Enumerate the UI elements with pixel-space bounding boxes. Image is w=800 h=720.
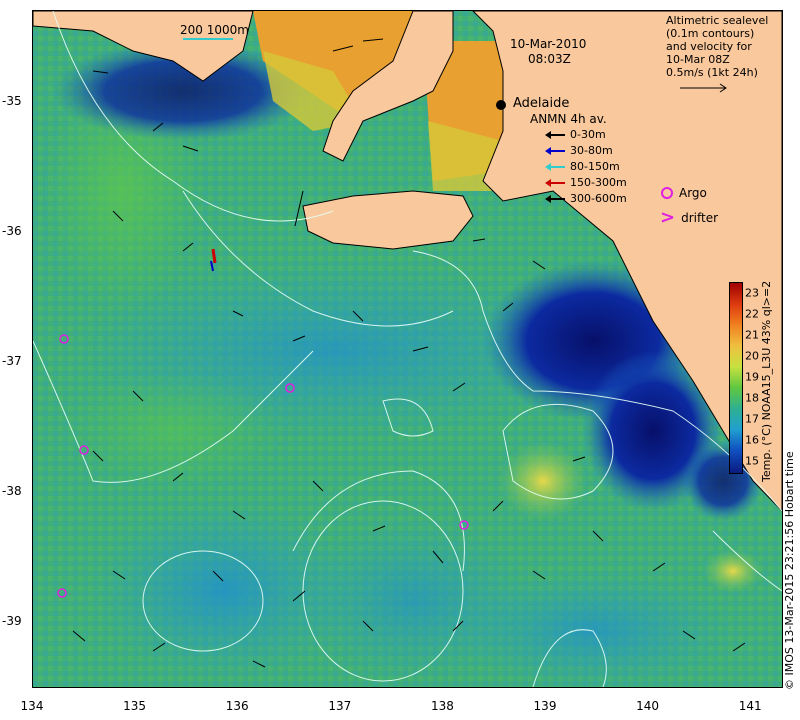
- argo-float-marker[interactable]: [78, 444, 90, 456]
- x-tick-label: 135: [123, 699, 147, 713]
- altimetry-note-line: and velocity for: [666, 40, 752, 53]
- argo-legend: Argo: [660, 186, 707, 200]
- y-tick-label: -38: [2, 484, 22, 498]
- colorbar-tick-label: 15: [745, 454, 759, 468]
- sst-map[interactable]: [32, 10, 783, 688]
- drifter-legend-label: drifter: [681, 210, 719, 225]
- drifter-icon: >: [660, 207, 676, 228]
- colorbar-title: Temp. (°C) NOAA15_L3U 43% ql>=2: [760, 280, 773, 482]
- place-label-adelaide: Adelaide: [513, 96, 570, 111]
- x-tick-label: 139: [533, 699, 557, 713]
- y-tick-label: -35: [2, 94, 22, 108]
- sst-map-canvas: [33, 11, 782, 687]
- colorbar-tick-label: 16: [745, 433, 759, 447]
- mooring-arrow-icon: [545, 178, 565, 187]
- argo-icon: [661, 187, 673, 199]
- argo-float-marker[interactable]: [58, 333, 70, 345]
- adelaide-marker: [496, 100, 506, 110]
- credit-text: © IMOS 13-Mar-2015 23:21:56 Hobart time: [783, 451, 796, 690]
- y-tick-label: -37: [2, 354, 22, 368]
- mooring-legend-label: 300-600m: [570, 192, 627, 205]
- colorbar-tick-label: 23: [745, 286, 759, 300]
- altimetry-note-line: 0.5m/s (1kt 24h): [666, 66, 758, 79]
- colorbar-tick-label: 19: [745, 370, 759, 384]
- scale-bar-label: 200 1000m: [180, 23, 249, 37]
- mooring-legend-title: ANMN 4h av.: [530, 112, 607, 126]
- mooring-legend-label: 150-300m: [570, 176, 627, 189]
- colorbar-tick-label: 20: [745, 349, 759, 363]
- y-tick-label: -36: [2, 224, 22, 238]
- mooring-legend-item: 300-600m: [545, 192, 627, 205]
- altimetry-note-line: (0.1m contours): [666, 27, 755, 40]
- velocity-scale-arrow: [680, 83, 727, 93]
- x-tick-label: 140: [636, 699, 660, 713]
- altimetry-note-line: Altimetric sealevel: [666, 14, 769, 27]
- argo-float-marker[interactable]: [458, 519, 470, 531]
- altimetry-note: Altimetric sealevel (0.1m contours) and …: [666, 14, 768, 79]
- argo-float-marker[interactable]: [284, 382, 296, 394]
- argo-float-marker[interactable]: [56, 587, 68, 599]
- colorbar-tick-label: 18: [745, 391, 759, 405]
- drifter-legend: > drifter: [660, 207, 718, 228]
- mooring-legend-label: 80-150m: [570, 160, 620, 173]
- colorbar-tick-label: 17: [745, 412, 759, 426]
- colorbar-tick-label: 22: [745, 307, 759, 321]
- mooring-legend-label: 0-30m: [570, 128, 606, 141]
- mooring-legend-item: 80-150m: [545, 160, 620, 173]
- mooring-legend-item: 0-30m: [545, 128, 606, 141]
- y-tick-label: -39: [2, 614, 22, 628]
- map-date: 10-Mar-2010: [510, 37, 587, 51]
- mooring-arrow-icon: [545, 130, 565, 139]
- mooring-legend-label: 30-80m: [570, 144, 613, 157]
- x-tick-label: 138: [430, 699, 454, 713]
- mooring-legend-item: 150-300m: [545, 176, 627, 189]
- mooring-arrow-icon: [545, 162, 565, 171]
- x-tick-label: 134: [20, 699, 44, 713]
- argo-legend-label: Argo: [679, 186, 707, 200]
- x-tick-label: 137: [328, 699, 352, 713]
- x-tick-label: 136: [225, 699, 249, 713]
- map-time: 08:03Z: [528, 52, 571, 66]
- colorbar-tick-label: 21: [745, 328, 759, 342]
- mooring-arrow-icon: [545, 146, 565, 155]
- mooring-arrow-icon: [545, 194, 565, 203]
- x-tick-label: 141: [738, 699, 762, 713]
- altimetry-note-line: 10-Mar 08Z: [666, 53, 730, 66]
- mooring-legend-item: 30-80m: [545, 144, 613, 157]
- temperature-colorbar: [729, 282, 743, 474]
